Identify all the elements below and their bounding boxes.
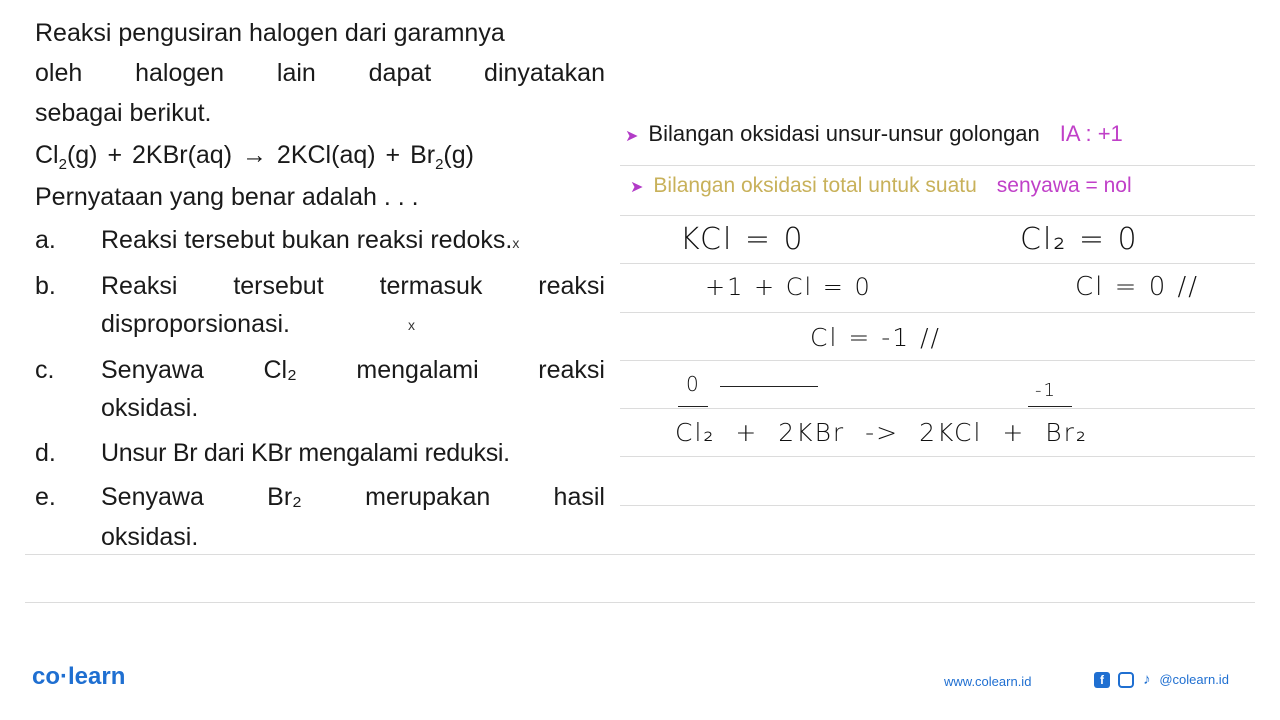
option-e-line1: Senyawa Br₂ merupakan hasil bbox=[101, 482, 605, 512]
divider bbox=[620, 456, 1255, 457]
word: merupakan bbox=[365, 483, 491, 511]
reaction-equation: Cl2(g) + 2KBr(aq) → 2KCl(aq) + Br2(g) bbox=[35, 140, 474, 173]
eq-part: (g) bbox=[443, 141, 474, 169]
hw-dash bbox=[1028, 406, 1072, 407]
website-link[interactable]: www.colearn.id bbox=[944, 674, 1031, 689]
option-c-line2: oksidasi. bbox=[101, 394, 199, 422]
word: mengalami bbox=[356, 356, 479, 384]
arrow-bullet-icon: ➤ bbox=[630, 179, 644, 196]
divider bbox=[25, 602, 1255, 603]
word: Br₂ bbox=[267, 483, 302, 511]
option-b-letter: b. bbox=[35, 272, 56, 300]
option-a-letter: a. bbox=[35, 226, 56, 254]
word: lain bbox=[276, 59, 316, 87]
note-text: Bilangan oksidasi total untuk suatu bbox=[653, 174, 977, 197]
word: dinyatakan bbox=[484, 59, 605, 87]
hw-dash bbox=[678, 406, 708, 407]
hw-kcl: KCl = 0 bbox=[680, 222, 805, 257]
word: reaksi bbox=[538, 272, 605, 300]
facebook-icon[interactable]: f bbox=[1094, 671, 1110, 688]
cross-mark: x bbox=[408, 317, 415, 333]
hw-sum: +1 + Cl = 0 bbox=[705, 273, 872, 301]
divider bbox=[620, 165, 1255, 166]
eq-part: (g) + 2KBr(aq) → 2KCl(aq) + Br bbox=[66, 141, 436, 169]
note-highlight: senyawa = nol bbox=[996, 174, 1132, 197]
word: Reaksi bbox=[101, 272, 178, 300]
word: hasil bbox=[553, 483, 605, 511]
rule-note-1: ➤ Bilangan oksidasi unsur-unsur golongan I… bbox=[625, 121, 1123, 147]
arrow-bullet-icon: ➤ bbox=[625, 128, 639, 145]
word: halogen bbox=[135, 59, 225, 87]
hw-dash bbox=[720, 386, 818, 387]
hw-cl-zero: Cl = 0 // bbox=[1075, 272, 1200, 302]
divider bbox=[620, 312, 1255, 313]
word: Cl₂ bbox=[263, 356, 297, 384]
colearn-logo: co·learn bbox=[32, 663, 126, 690]
option-a-text: Reaksi tersebut bukan reaksi redoks.x bbox=[101, 225, 519, 258]
option-text: Reaksi tersebut bukan reaksi redoks. bbox=[101, 226, 513, 254]
note-highlight: IA : +1 bbox=[1059, 121, 1123, 146]
option-b-line1: Reaksi tersebut termasuk reaksi bbox=[101, 271, 605, 301]
cross-mark: x bbox=[512, 235, 520, 251]
word: oleh bbox=[35, 59, 83, 87]
social-icons: f ♪ @colearn.id bbox=[1094, 671, 1229, 689]
divider bbox=[620, 408, 1255, 409]
intro-line-2: oleh halogen lain dapat dinyatakan bbox=[35, 58, 605, 88]
word: reaksi bbox=[538, 356, 605, 384]
word: Senyawa bbox=[101, 356, 204, 384]
divider bbox=[620, 360, 1255, 361]
divider bbox=[620, 215, 1255, 216]
option-c-line1: Senyawa Cl₂ mengalami reaksi bbox=[101, 355, 605, 385]
option-c-letter: c. bbox=[35, 356, 55, 384]
word: Senyawa bbox=[101, 483, 204, 511]
option-d-letter: d. bbox=[35, 439, 56, 467]
hw-cl-neg: Cl = -1 // bbox=[810, 323, 941, 352]
question-prompt: Pernyataan yang benar adalah . . . bbox=[35, 183, 419, 211]
option-e-letter: e. bbox=[35, 483, 56, 511]
hw-ox-zero: 0 bbox=[686, 372, 701, 396]
word: termasuk bbox=[379, 272, 483, 300]
eq-part: Cl bbox=[35, 141, 59, 169]
divider bbox=[25, 554, 1255, 555]
eq-sub: 2 bbox=[58, 156, 67, 173]
option-e-line2: oksidasi. bbox=[101, 523, 199, 551]
word: dapat bbox=[368, 59, 432, 87]
intro-line-3: sebagai berikut. bbox=[35, 99, 212, 127]
tiktok-icon[interactable]: ♪ bbox=[1139, 671, 1155, 688]
divider bbox=[620, 263, 1255, 264]
hw-reaction: Cl₂ + 2KBr -> 2KCl + Br₂ bbox=[675, 418, 1088, 447]
option-b-line2: disproporsionasi. bbox=[101, 310, 290, 338]
social-handle: @colearn.id bbox=[1159, 672, 1229, 687]
instagram-icon[interactable] bbox=[1118, 671, 1135, 688]
hw-cl2: Cl₂ = 0 bbox=[1020, 222, 1139, 257]
divider bbox=[620, 505, 1255, 506]
hw-ox-neg: -1 bbox=[1035, 380, 1057, 401]
intro-line-1: Reaksi pengusiran halogen dari garamnya bbox=[35, 19, 505, 47]
note-text: Bilangan oksidasi unsur-unsur golongan bbox=[648, 121, 1040, 146]
word: tersebut bbox=[233, 272, 324, 300]
option-d-text: Unsur Br dari KBr mengalami reduksi. bbox=[101, 439, 510, 467]
rule-note-2: ➤ Bilangan oksidasi total untuk suatu seny… bbox=[630, 174, 1132, 198]
